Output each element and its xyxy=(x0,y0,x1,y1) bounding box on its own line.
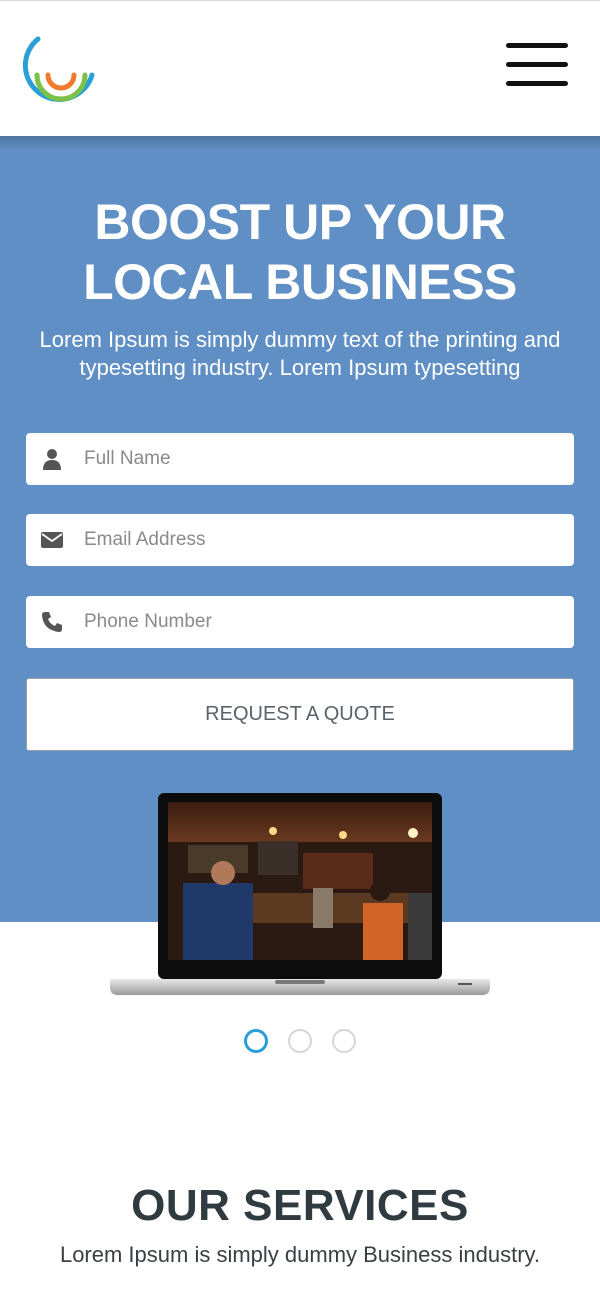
hero-title-line: BOOST UP YOUR xyxy=(94,194,506,250)
email-field[interactable] xyxy=(26,514,574,566)
slider-pagination xyxy=(244,1029,364,1053)
hamburger-bar xyxy=(506,62,568,67)
site-header xyxy=(0,0,600,136)
services-description: Lorem Ipsum is simply dummy Business ind… xyxy=(59,1242,541,1267)
header-shadow xyxy=(0,136,600,150)
full-name-input[interactable] xyxy=(84,433,564,485)
hero-description: Lorem Ipsum is simply dummy text of the … xyxy=(39,327,561,380)
hamburger-menu-button[interactable] xyxy=(506,41,568,89)
phone-icon xyxy=(42,612,62,632)
hero-title-line: LOCAL BUSINESS xyxy=(83,254,517,310)
phone-input[interactable] xyxy=(84,596,564,648)
email-input[interactable] xyxy=(84,514,564,566)
slider-dot-3[interactable] xyxy=(332,1029,356,1053)
logo-icon[interactable] xyxy=(22,31,104,107)
hero-title: BOOST UP YOUR LOCAL BUSINESS xyxy=(0,192,600,312)
slider-dot-2[interactable] xyxy=(288,1029,312,1053)
hamburger-bar xyxy=(506,81,568,86)
slider-dot-1[interactable] xyxy=(244,1029,268,1053)
services-heading: OUR SERVICES xyxy=(131,1181,469,1230)
laptop-cafe-image xyxy=(110,793,490,995)
user-icon xyxy=(43,449,61,470)
phone-field[interactable] xyxy=(26,596,574,648)
full-name-field[interactable] xyxy=(26,433,574,485)
hamburger-bar xyxy=(506,43,568,48)
envelope-icon xyxy=(41,532,63,548)
request-quote-button[interactable]: REQUEST A QUOTE xyxy=(26,678,574,751)
